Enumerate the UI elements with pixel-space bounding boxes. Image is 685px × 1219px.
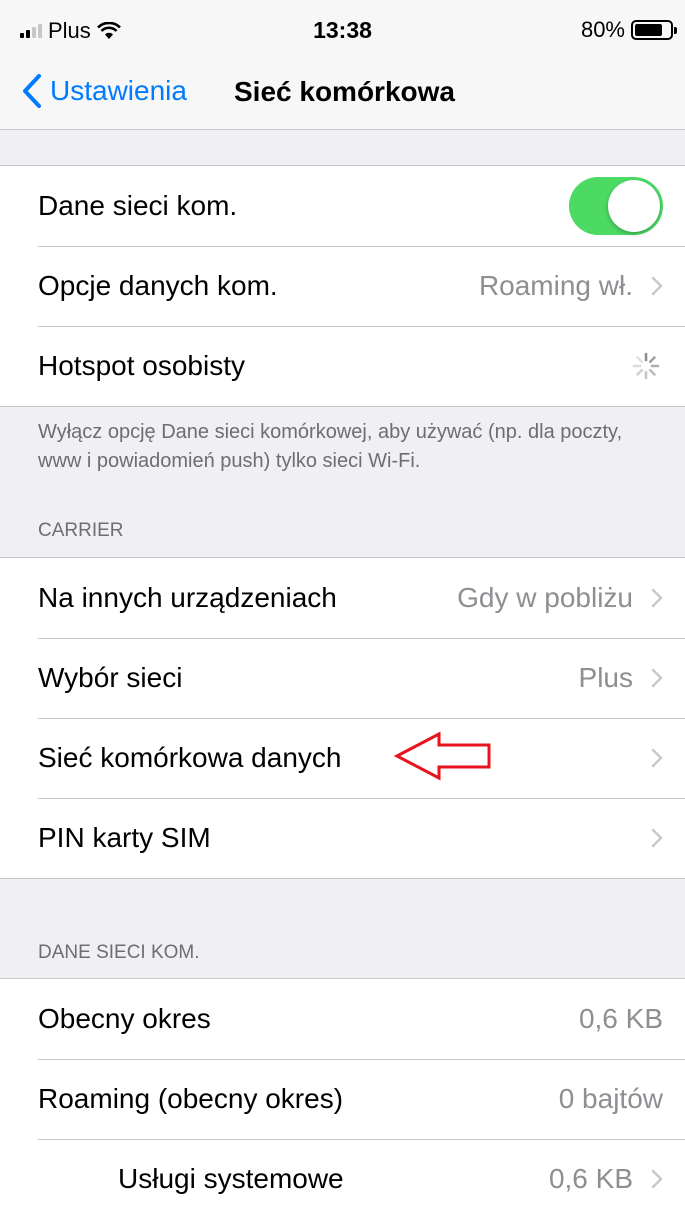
- network-selection-value: Plus: [578, 662, 633, 693]
- navigation-bar: Ustawienia Sieć komórkowa: [0, 60, 685, 130]
- chevron-left-icon: [23, 74, 41, 108]
- loading-spinner-icon: [632, 352, 660, 380]
- cellular-data-group: Dane sieci kom. Opcje danych kom. Roamin…: [0, 165, 685, 407]
- data-options-label: Opcje danych kom.: [38, 270, 278, 301]
- toggle-knob: [608, 180, 660, 232]
- network-selection-row[interactable]: Wybór sieci Plus: [0, 638, 685, 718]
- back-button[interactable]: Ustawienia: [22, 68, 187, 114]
- roaming-period-label: Roaming (obecny okres): [38, 1083, 344, 1114]
- chevron-right-icon: [651, 1169, 663, 1189]
- current-period-value: 0,6 KB: [578, 1003, 663, 1034]
- cellular-data-label: Dane sieci kom.: [38, 190, 238, 221]
- page-title: Sieć komórkowa: [234, 76, 455, 107]
- chevron-right-icon: [651, 668, 663, 688]
- system-services-row[interactable]: Usługi systemowe 0,6 KB: [0, 1139, 685, 1219]
- status-right: 80%: [580, 17, 677, 43]
- personal-hotspot-row[interactable]: Hotspot osobisty: [0, 326, 685, 406]
- sim-pin-label: PIN karty SIM: [38, 822, 211, 853]
- roaming-period-row: Roaming (obecny okres) 0 bajtów: [0, 1059, 685, 1139]
- battery-percent: 80%: [580, 17, 625, 42]
- battery-icon: [631, 20, 677, 40]
- current-period-label: Obecny okres: [38, 1003, 211, 1034]
- chevron-right-icon: [651, 588, 663, 608]
- roaming-period-value: 0 bajtów: [558, 1083, 663, 1114]
- back-button-label: Ustawienia: [50, 75, 187, 106]
- system-services-label: Usługi systemowe: [118, 1163, 344, 1194]
- status-bar: Plus 13:38 80%: [0, 0, 685, 60]
- chevron-right-icon: [651, 748, 663, 768]
- other-devices-label: Na innych urządzeniach: [38, 582, 337, 613]
- system-services-value: 0,6 KB: [548, 1163, 633, 1194]
- data-options-value: Roaming wł.: [478, 270, 633, 301]
- personal-hotspot-label: Hotspot osobisty: [38, 350, 245, 381]
- cellular-data-usage-header: DANE SIECI KOM.: [38, 942, 200, 963]
- current-period-row: Obecny okres 0,6 KB: [0, 979, 685, 1059]
- cellular-data-toggle[interactable]: [569, 177, 663, 235]
- carrier-section-header: CARRIER: [38, 520, 124, 541]
- usage-group: Obecny okres 0,6 KB Roaming (obecny okre…: [0, 978, 685, 1219]
- cellular-data-network-label: Sieć komórkowa danych: [38, 742, 342, 773]
- other-devices-row[interactable]: Na innych urządzeniach Gdy w pobliżu: [0, 558, 685, 638]
- annotation-arrow-icon: [393, 731, 491, 781]
- cellular-data-row[interactable]: Dane sieci kom.: [0, 166, 685, 246]
- carrier-group: Na innych urządzeniach Gdy w pobliżu Wyb…: [0, 557, 685, 879]
- sim-pin-row[interactable]: PIN karty SIM: [0, 798, 685, 878]
- network-selection-label: Wybór sieci: [38, 662, 183, 693]
- chevron-right-icon: [651, 276, 663, 296]
- cellular-data-network-row[interactable]: Sieć komórkowa danych: [0, 718, 685, 798]
- chevron-right-icon: [651, 828, 663, 848]
- cellular-data-footer: Wyłącz opcję Dane sieci komórkowej, aby …: [38, 421, 623, 472]
- data-options-row[interactable]: Opcje danych kom. Roaming wł.: [0, 246, 685, 326]
- other-devices-value: Gdy w pobliżu: [457, 582, 633, 613]
